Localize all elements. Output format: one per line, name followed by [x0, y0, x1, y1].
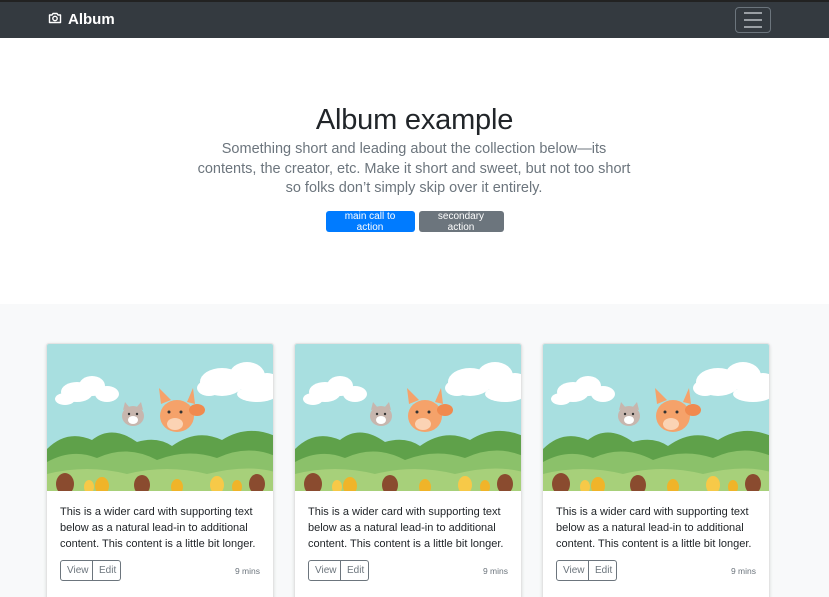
card-text: This is a wider card with supporting tex…: [308, 506, 504, 550]
hero-lead-text: Something short and leading about the co…: [197, 141, 631, 196]
card-thumbnail-image: [47, 344, 274, 491]
edit-button[interactable]: Edit: [589, 560, 617, 581]
page-title: Album example: [315, 104, 514, 136]
album-section: This is a wider card with supporting tex…: [0, 304, 829, 597]
view-button[interactable]: View: [60, 560, 93, 581]
camera-icon: [48, 11, 68, 28]
card-time: 9 mins: [234, 566, 260, 576]
hero-buttons: main call to action secondary action: [0, 211, 829, 233]
hamburger-icon: [744, 12, 762, 14]
card-text: This is a wider card with supporting tex…: [556, 506, 752, 550]
brand-name: Album: [68, 11, 115, 28]
card-thumbnail-image: [295, 344, 522, 491]
brand-link[interactable]: Album: [48, 11, 115, 28]
edit-button[interactable]: Edit: [93, 560, 121, 581]
card-button-group: View Edit: [308, 560, 369, 581]
edit-button[interactable]: Edit: [341, 560, 369, 581]
album-card: This is a wider card with supporting tex…: [294, 343, 522, 597]
card-button-group: View Edit: [60, 560, 121, 581]
secondary-action-button[interactable]: secondary action: [418, 211, 504, 233]
view-button[interactable]: View: [308, 560, 341, 581]
card-time: 9 mins: [482, 566, 508, 576]
card-text: This is a wider card with supporting tex…: [60, 506, 256, 550]
album-card: This is a wider card with supporting tex…: [542, 343, 770, 597]
hero-section: Album example Something short and leadin…: [0, 38, 829, 304]
hamburger-icon: [744, 19, 762, 21]
hamburger-icon: [744, 26, 762, 28]
card-thumbnail-image: [543, 344, 770, 491]
card-button-group: View Edit: [556, 560, 617, 581]
album-card: This is a wider card with supporting tex…: [46, 343, 274, 597]
navbar-toggler-button[interactable]: [735, 7, 771, 33]
card-time: 9 mins: [730, 566, 756, 576]
view-button[interactable]: View: [556, 560, 589, 581]
navbar: Album: [0, 0, 829, 38]
main-call-to-action-button[interactable]: main call to action: [325, 211, 415, 233]
